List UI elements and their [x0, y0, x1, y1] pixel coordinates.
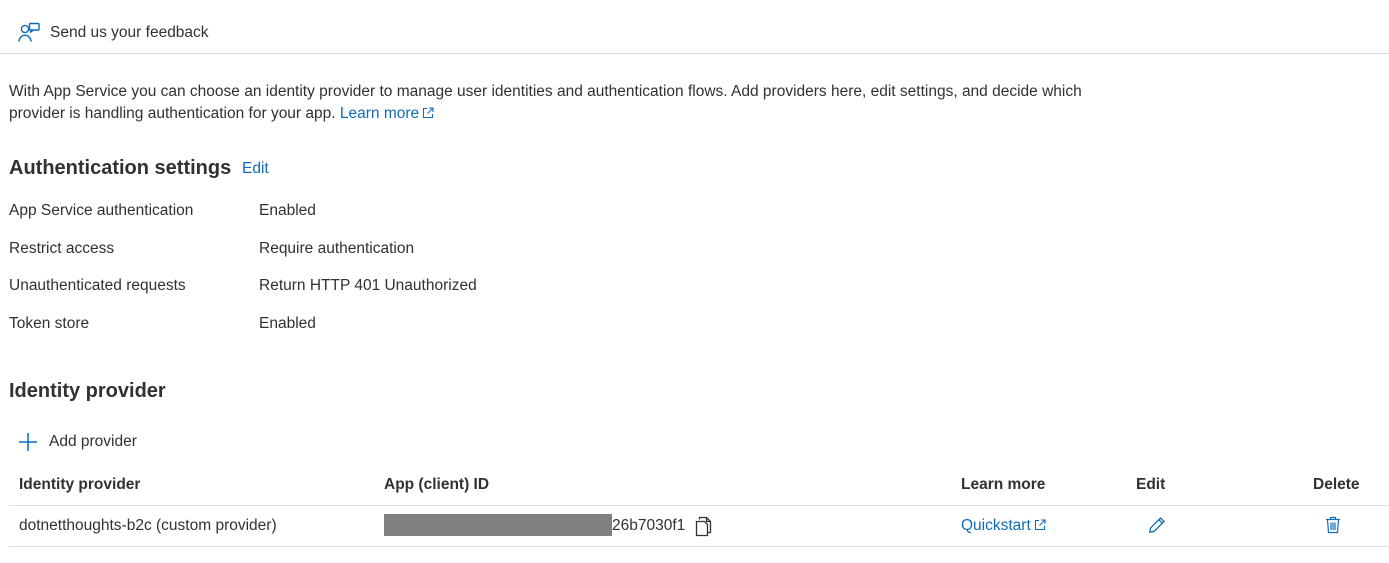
identity-provider-table: Identity provider App (client) ID Learn … — [9, 468, 1389, 547]
column-header-delete: Delete — [1313, 476, 1360, 493]
quickstart-link[interactable]: Quickstart — [961, 517, 1046, 534]
setting-label: Unauthenticated requests — [9, 277, 186, 294]
setting-label: Restrict access — [9, 240, 115, 257]
pencil-icon — [1149, 517, 1165, 533]
learn-more-label: Learn more — [339, 105, 420, 122]
delete-provider-cell — [1325, 516, 1341, 539]
column-header-identity-provider: Identity provider — [19, 476, 141, 493]
learn-more-link[interactable]: Learn more — [340, 105, 434, 122]
send-feedback-label: Send us your feedback — [50, 24, 209, 41]
edit-provider-cell — [1148, 516, 1166, 539]
setting-value: Require authentication — [259, 240, 415, 257]
trash-icon — [1326, 516, 1340, 534]
feedback-person-icon — [18, 22, 40, 42]
add-provider-label: Add provider — [49, 433, 137, 450]
setting-value: Enabled — [259, 202, 316, 219]
client-id-suffix: 26b7030f1 — [612, 517, 686, 534]
external-link-icon — [423, 107, 434, 119]
quickstart-label: Quickstart — [961, 517, 1031, 534]
column-header-edit: Edit — [1136, 476, 1166, 493]
client-id-cell: 26b7030f1 — [384, 514, 714, 537]
quickstart-cell: Quickstart — [961, 517, 1046, 535]
copy-icon — [696, 516, 712, 537]
setting-label: App Service authentication — [9, 202, 194, 219]
add-provider-button[interactable]: Add provider — [18, 429, 137, 455]
authentication-settings-heading: Authentication settings — [9, 157, 232, 179]
external-link-icon — [1034, 519, 1046, 531]
setting-value: Return HTTP 401 Unauthorized — [259, 277, 477, 294]
intro-text: With App Service you can choose an ident… — [9, 83, 1082, 122]
table-header: Identity provider App (client) ID Learn … — [9, 468, 1389, 506]
copy-client-id-button[interactable] — [694, 515, 714, 537]
send-feedback-button[interactable]: Send us your feedback — [14, 18, 209, 48]
edit-provider-button[interactable] — [1148, 516, 1166, 534]
setting-label: Token store — [9, 315, 90, 332]
table-row: dotnetthoughts-b2c (custom provider) 26b… — [9, 506, 1389, 547]
plus-icon — [19, 433, 37, 451]
provider-name: dotnetthoughts-b2c (custom provider) — [19, 517, 277, 534]
command-bar: Send us your feedback — [0, 0, 1389, 54]
column-header-client-id: App (client) ID — [384, 476, 490, 493]
delete-provider-button[interactable] — [1325, 516, 1341, 534]
intro-description: With App Service you can choose an ident… — [9, 81, 1109, 125]
edit-auth-settings-link[interactable]: Edit — [242, 160, 269, 178]
setting-value: Enabled — [259, 315, 316, 332]
identity-provider-heading: Identity provider — [9, 380, 166, 402]
column-header-learn-more: Learn more — [961, 476, 1046, 493]
redacted-block — [384, 514, 612, 536]
